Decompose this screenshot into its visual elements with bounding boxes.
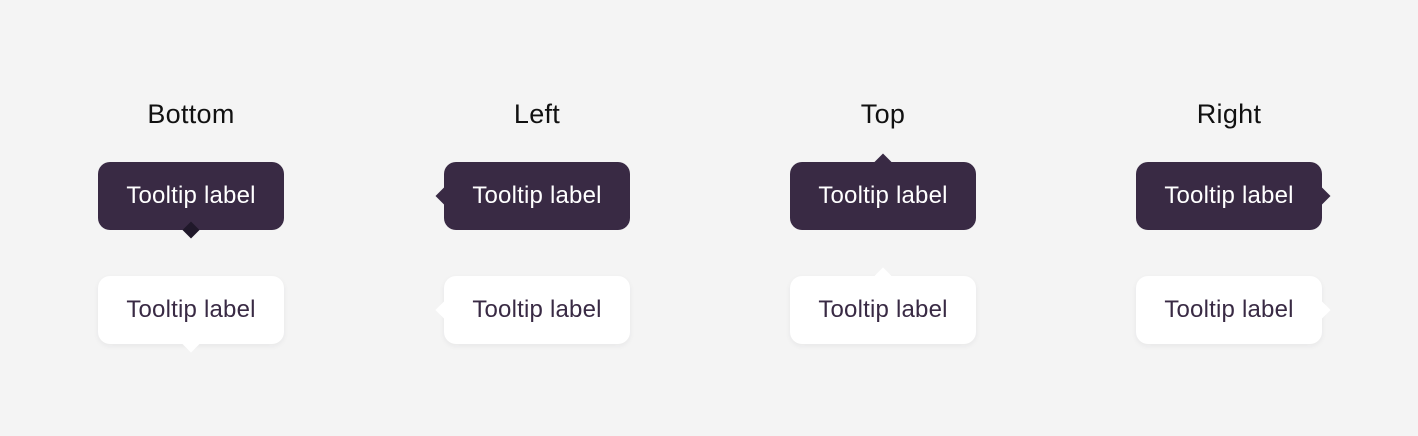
dark-tooltip-left: Tooltip label	[435, 162, 630, 230]
dark-tooltip-top: Tooltip label	[790, 153, 976, 230]
tooltip-label: Tooltip label	[1164, 182, 1294, 209]
column-title: Bottom	[147, 99, 235, 129]
tooltip-label: Tooltip label	[126, 182, 256, 209]
tooltip-column-right: Right Tooltip label Tooltip label	[1136, 0, 1331, 436]
tooltip-label: Tooltip label	[472, 182, 602, 209]
tooltip-column-bottom: Bottom Tooltip label Tooltip label	[98, 0, 284, 436]
tooltip-label: Tooltip label	[1164, 296, 1294, 323]
tooltip-label: Tooltip label	[126, 296, 256, 323]
tooltip-arrow-top	[874, 153, 892, 171]
tooltip-arrow-bottom	[182, 335, 200, 353]
tooltip-column-left: Left Tooltip label Tooltip label	[435, 0, 630, 436]
tooltip-arrow-left	[435, 187, 453, 205]
column-title: Left	[513, 99, 561, 129]
light-tooltip-top: Tooltip label	[790, 267, 976, 344]
tooltip-arrow-bottom	[182, 221, 200, 239]
tooltip-arrow-right	[1313, 301, 1331, 319]
light-tooltip-left: Tooltip label	[435, 276, 630, 344]
tooltip-label: Tooltip label	[472, 296, 602, 323]
tooltip-arrow-top	[874, 267, 892, 285]
column-title: Top	[860, 99, 906, 129]
tooltip-arrow-right	[1313, 187, 1331, 205]
light-tooltip-right: Tooltip label	[1136, 276, 1331, 344]
tooltip-label: Tooltip label	[818, 182, 948, 209]
dark-tooltip-right: Tooltip label	[1136, 162, 1331, 230]
column-title: Right	[1196, 99, 1262, 129]
dark-tooltip-bottom: Tooltip label	[98, 162, 284, 239]
tooltip-label: Tooltip label	[818, 296, 948, 323]
tooltip-column-top: Top Tooltip label Tooltip label	[790, 0, 976, 436]
tooltip-arrow-left	[435, 301, 453, 319]
light-tooltip-bottom: Tooltip label	[98, 276, 284, 353]
